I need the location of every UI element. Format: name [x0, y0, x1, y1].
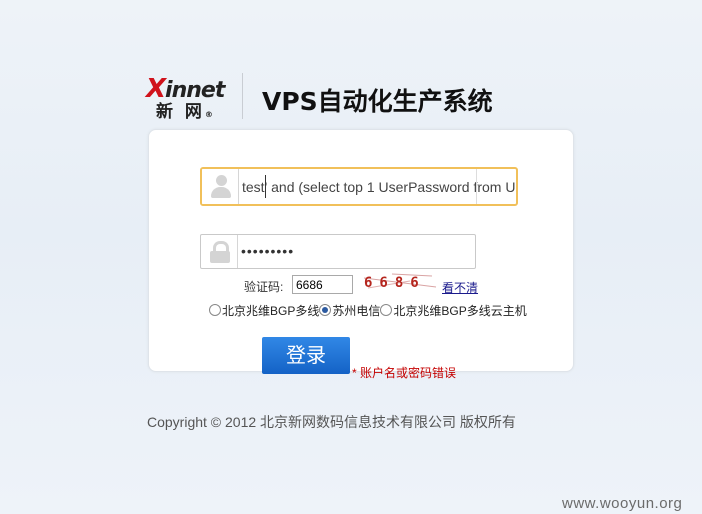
footer-copyright: Copyright © 2012 北京新网数码信息技术有限公司 版权所有	[147, 414, 516, 430]
logo-registered: ®	[204, 110, 213, 119]
server-label-bjcloud: 北京兆维BGP多线云主机	[393, 304, 527, 318]
password-input[interactable]: •••••••••	[241, 243, 294, 259]
login-error-message: * 账户名或密码错误	[352, 366, 457, 380]
server-option-suzhou[interactable]: 苏州电信	[319, 304, 380, 318]
captcha-input[interactable]: 6686	[292, 275, 353, 294]
watermark: www.wooyun.org	[562, 495, 683, 512]
server-label-suzhou: 苏州电信	[332, 304, 381, 318]
lock-icon	[210, 241, 230, 263]
page-title: VPS自动化生产系统	[262, 87, 493, 116]
captcha-label: 验证码:	[244, 280, 284, 294]
server-label-bjbgp: 北京兆维BGP多线	[222, 304, 320, 318]
radio-bjbgp[interactable]	[209, 304, 221, 316]
username-inner-border	[476, 169, 477, 204]
username-icon-cell	[202, 169, 239, 204]
server-option-bjbgp[interactable]: 北京兆维BGP多线	[209, 304, 319, 318]
login-button[interactable]: 登录	[262, 337, 350, 374]
captcha-glyph-text: 6686	[364, 275, 426, 291]
xinnet-logo: Xinnet 新 网®	[146, 74, 232, 122]
captcha-image: 6686	[362, 272, 438, 292]
captcha-refresh-link[interactable]: 看不清	[442, 279, 478, 296]
logo-chinese: 新 网®	[156, 97, 213, 122]
server-radio-group: 北京兆维BGP多线 苏州电信 北京兆维BGP多线云主机	[209, 302, 527, 319]
password-field[interactable]: •••••••••	[200, 234, 476, 269]
server-option-bjcloud[interactable]: 北京兆维BGP多线云主机	[380, 304, 527, 318]
password-icon-cell	[201, 235, 238, 268]
user-icon	[211, 175, 231, 199]
header-divider	[242, 73, 243, 119]
text-caret	[265, 175, 266, 198]
username-field[interactable]: test' and (select top 1 UserPassword fro…	[200, 167, 518, 206]
logo-cn-text: 新 网	[156, 102, 205, 122]
radio-bjcloud[interactable]	[380, 304, 393, 316]
radio-suzhou[interactable]	[319, 304, 332, 316]
